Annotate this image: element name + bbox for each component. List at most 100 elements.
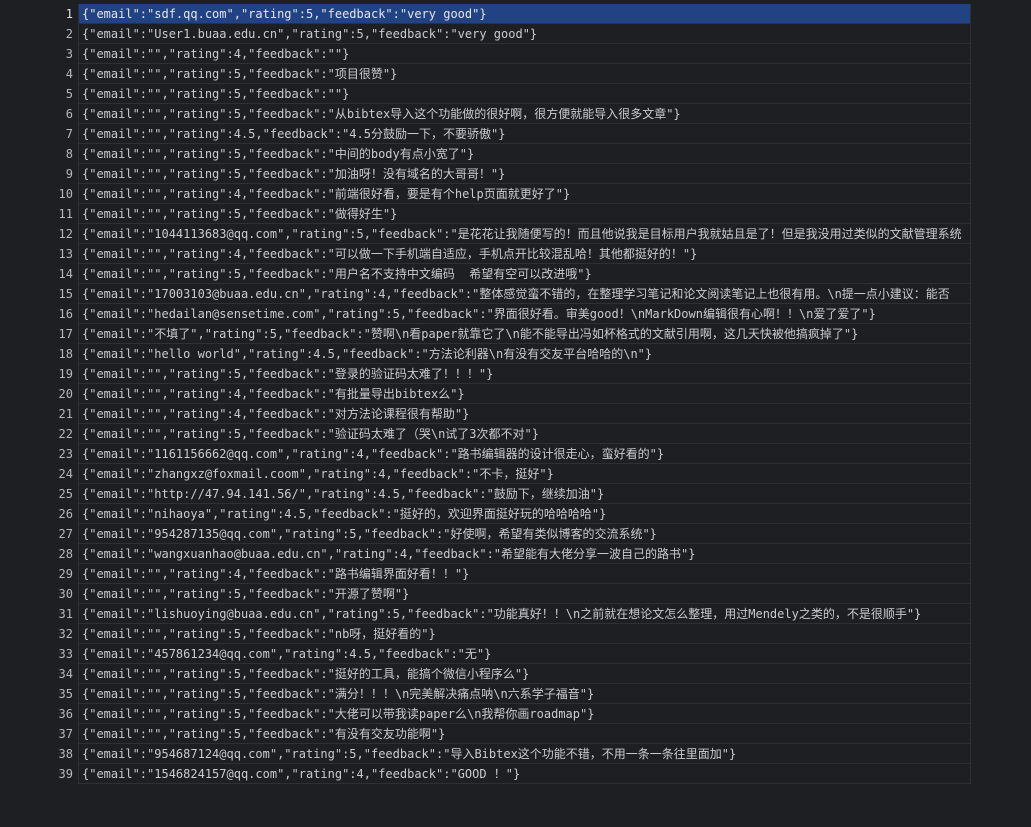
data-grid[interactable]: 1 {"email":"sdf.qq.com","rating":5,"feedb… — [0, 4, 971, 786]
row-cell[interactable]: {"email":"","rating":5,"feedback":"nb呀，挺… — [78, 624, 971, 644]
line-number: 37 — [58, 727, 73, 741]
table-row[interactable]: 16 {"email":"hedailan@sensetime.com","rat… — [0, 304, 971, 324]
row-cell[interactable]: {"email":"","rating":5,"feedback":"大佬可以带… — [78, 704, 971, 724]
row-cell[interactable]: {"email":"","rating":4,"feedback":"可以做一下… — [78, 244, 971, 264]
row-cell[interactable]: {"email":"","rating":4,"feedback":"路书编辑界… — [78, 564, 971, 584]
table-row[interactable]: 28 {"email":"wangxuanhao@buaa.edu.cn","ra… — [0, 544, 971, 564]
table-row[interactable]: 14 {"email":"","rating":5,"feedback":"用户名… — [0, 264, 971, 284]
line-number: 1 — [65, 7, 73, 21]
row-cell[interactable]: {"email":"","rating":5,"feedback":"有没有交友… — [78, 724, 971, 744]
row-cell[interactable]: {"email":"457861234@qq.com","rating":4.5… — [78, 644, 971, 664]
row-cell[interactable]: {"email":"1044113683@qq.com","rating":5,… — [78, 224, 971, 244]
row-cell[interactable]: {"email":"不填了","rating":5,"feedback":"赞啊… — [78, 324, 971, 344]
row-cell[interactable]: {"email":"1161156662@qq.com","rating":4,… — [78, 444, 971, 464]
table-row[interactable]: 36 {"email":"","rating":5,"feedback":"大佬可… — [0, 704, 971, 724]
line-number: 26 — [58, 507, 73, 521]
row-cell[interactable]: {"email":"","rating":4.5,"feedback":"4.5… — [78, 124, 971, 144]
row-cell[interactable]: {"email":"sdf.qq.com","rating":5,"feedba… — [78, 4, 971, 24]
table-row[interactable]: 19 {"email":"","rating":5,"feedback":"登录的… — [0, 364, 971, 384]
table-row[interactable]: 29 {"email":"","rating":4,"feedback":"路书编… — [0, 564, 971, 584]
row-cell[interactable]: {"email":"1546824157@qq.com","rating":4,… — [78, 764, 971, 784]
row-cell[interactable]: {"email":"","rating":4,"feedback":""} — [78, 44, 971, 64]
table-row[interactable]: 17 {"email":"不填了","rating":5,"feedback":"… — [0, 324, 971, 344]
line-number: 27 — [58, 527, 73, 541]
line-number: 5 — [65, 87, 73, 101]
right-gutter — [971, 0, 1031, 827]
table-row[interactable]: 1 {"email":"sdf.qq.com","rating":5,"feedb… — [0, 4, 971, 24]
row-cell[interactable]: {"email":"","rating":5,"feedback":""} — [78, 84, 971, 104]
table-row[interactable]: 8 {"email":"","rating":5,"feedback":"中间的b… — [0, 144, 971, 164]
row-cell[interactable]: {"email":"nihaoya","rating":4.5,"feedbac… — [78, 504, 971, 524]
row-cell[interactable]: {"email":"","rating":5,"feedback":"开源了赞啊… — [78, 584, 971, 604]
line-number: 19 — [58, 367, 73, 381]
editor-window: 1 {"email":"sdf.qq.com","rating":5,"feedb… — [0, 0, 1031, 827]
line-number: 32 — [58, 627, 73, 641]
line-number: 39 — [58, 767, 73, 781]
row-cell[interactable]: {"email":"wangxuanhao@buaa.edu.cn","rati… — [78, 544, 971, 564]
row-cell[interactable]: {"email":"","rating":4,"feedback":"有批量导出… — [78, 384, 971, 404]
row-cell[interactable]: {"email":"954287135@qq.com","rating":5,"… — [78, 524, 971, 544]
line-number: 33 — [58, 647, 73, 661]
table-row[interactable]: 9 {"email":"","rating":5,"feedback":"加油呀！… — [0, 164, 971, 184]
table-row[interactable]: 21 {"email":"","rating":4,"feedback":"对方法… — [0, 404, 971, 424]
table-row[interactable]: 38 {"email":"954687124@qq.com","rating":5… — [0, 744, 971, 764]
row-cell[interactable]: {"email":"hello world","rating":4.5,"fee… — [78, 344, 971, 364]
table-row[interactable]: 24 {"email":"zhangxz@foxmail.coom","ratin… — [0, 464, 971, 484]
table-row[interactable]: 2 {"email":"User1.buaa.edu.cn","rating":5… — [0, 24, 971, 44]
table-row[interactable]: 34 {"email":"","rating":5,"feedback":"挺好的… — [0, 664, 971, 684]
table-row[interactable]: 37 {"email":"","rating":5,"feedback":"有没有… — [0, 724, 971, 744]
line-number: 16 — [58, 307, 73, 321]
row-cell[interactable]: {"email":"","rating":5,"feedback":"验证码太难… — [78, 424, 971, 444]
table-row[interactable]: 18 {"email":"hello world","rating":4.5,"f… — [0, 344, 971, 364]
table-row[interactable]: 26 {"email":"nihaoya","rating":4.5,"feedb… — [0, 504, 971, 524]
line-number: 18 — [58, 347, 73, 361]
table-row[interactable]: 25 {"email":"http://47.94.141.56/","ratin… — [0, 484, 971, 504]
line-number: 20 — [58, 387, 73, 401]
line-number: 28 — [58, 547, 73, 561]
table-row[interactable]: 15 {"email":"17003103@buaa.edu.cn","ratin… — [0, 284, 971, 304]
table-row[interactable]: 11 {"email":"","rating":5,"feedback":"做得好… — [0, 204, 971, 224]
row-cell[interactable]: {"email":"hedailan@sensetime.com","ratin… — [78, 304, 971, 324]
line-number: 8 — [65, 147, 73, 161]
table-row[interactable]: 30 {"email":"","rating":5,"feedback":"开源了… — [0, 584, 971, 604]
table-row[interactable]: 22 {"email":"","rating":5,"feedback":"验证码… — [0, 424, 971, 444]
row-cell[interactable]: {"email":"954687124@qq.com","rating":5,"… — [78, 744, 971, 764]
row-cell[interactable]: {"email":"","rating":5,"feedback":"中间的bo… — [78, 144, 971, 164]
row-cell[interactable]: {"email":"","rating":5,"feedback":"挺好的工具… — [78, 664, 971, 684]
table-row[interactable]: 20 {"email":"","rating":4,"feedback":"有批量… — [0, 384, 971, 404]
row-cell[interactable]: {"email":"","rating":5,"feedback":"项目很赞"… — [78, 64, 971, 84]
table-row[interactable]: 13 {"email":"","rating":4,"feedback":"可以做… — [0, 244, 971, 264]
table-row[interactable]: 5 {"email":"","rating":5,"feedback":""} — [0, 84, 971, 104]
table-row[interactable]: 23 {"email":"1161156662@qq.com","rating":… — [0, 444, 971, 464]
table-row[interactable]: 6 {"email":"","rating":5,"feedback":"从bib… — [0, 104, 971, 124]
line-number: 29 — [58, 567, 73, 581]
table-row[interactable]: 35 {"email":"","rating":5,"feedback":"满分！… — [0, 684, 971, 704]
row-cell[interactable]: {"email":"","rating":4,"feedback":"对方法论课… — [78, 404, 971, 424]
table-row[interactable]: 12 {"email":"1044113683@qq.com","rating":… — [0, 224, 971, 244]
table-row[interactable]: 10 {"email":"","rating":4,"feedback":"前端很… — [0, 184, 971, 204]
table-row[interactable]: 27 {"email":"954287135@qq.com","rating":5… — [0, 524, 971, 544]
row-cell[interactable]: {"email":"","rating":4,"feedback":"前端很好看… — [78, 184, 971, 204]
table-row[interactable]: 3 {"email":"","rating":4,"feedback":""} — [0, 44, 971, 64]
row-cell[interactable]: {"email":"User1.buaa.edu.cn","rating":5,… — [78, 24, 971, 44]
table-row[interactable]: 31 {"email":"lishuoying@buaa.edu.cn","rat… — [0, 604, 971, 624]
row-cell[interactable]: {"email":"","rating":5,"feedback":"登录的验证… — [78, 364, 971, 384]
row-cell[interactable]: {"email":"","rating":5,"feedback":"做得好生"… — [78, 204, 971, 224]
table-row[interactable]: 4 {"email":"","rating":5,"feedback":"项目很赞… — [0, 64, 971, 84]
line-number: 2 — [65, 27, 73, 41]
row-cell[interactable]: {"email":"17003103@buaa.edu.cn","rating"… — [78, 284, 971, 304]
row-cell[interactable]: {"email":"","rating":5,"feedback":"用户名不支… — [78, 264, 971, 284]
row-cell[interactable]: {"email":"","rating":5,"feedback":"从bibt… — [78, 104, 971, 124]
line-number: 22 — [58, 427, 73, 441]
table-row[interactable]: 39 {"email":"1546824157@qq.com","rating":… — [0, 764, 971, 784]
table-row[interactable]: 33 {"email":"457861234@qq.com","rating":4… — [0, 644, 971, 664]
table-row[interactable]: 7 {"email":"","rating":4.5,"feedback":"4.… — [0, 124, 971, 144]
row-cell[interactable]: {"email":"","rating":5,"feedback":"加油呀！没… — [78, 164, 971, 184]
row-cell[interactable]: {"email":"zhangxz@foxmail.coom","rating"… — [78, 464, 971, 484]
line-number: 13 — [58, 247, 73, 261]
row-cell[interactable]: {"email":"","rating":5,"feedback":"满分！！！… — [78, 684, 971, 704]
row-cell[interactable]: {"email":"lishuoying@buaa.edu.cn","ratin… — [78, 604, 971, 624]
row-cell[interactable]: {"email":"http://47.94.141.56/","rating"… — [78, 484, 971, 504]
table-row[interactable]: 32 {"email":"","rating":5,"feedback":"nb呀… — [0, 624, 971, 644]
line-number: 7 — [65, 127, 73, 141]
